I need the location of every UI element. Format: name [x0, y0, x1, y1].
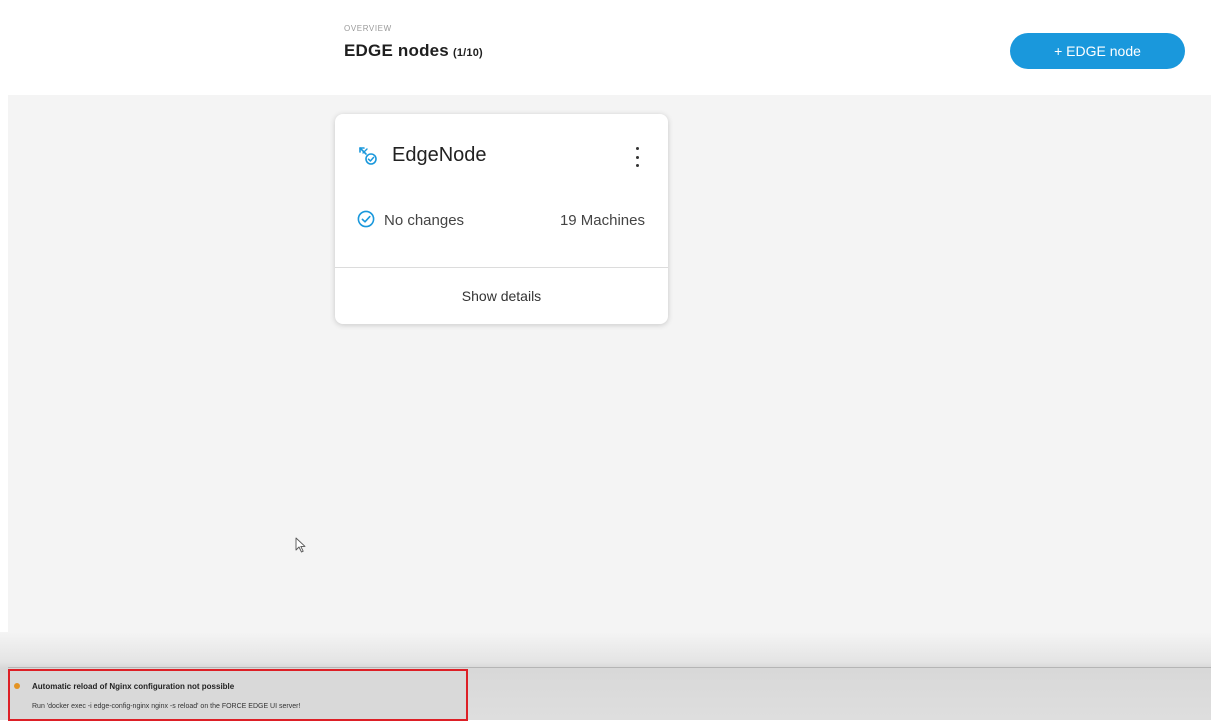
- edge-node-name: EdgeNode: [392, 144, 487, 166]
- notification-message: Run 'docker exec -i edge-config-nginx ng…: [32, 703, 301, 710]
- nginx-reload-warning: Automatic reload of Nginx configuration …: [8, 669, 468, 721]
- notification-title: Automatic reload of Nginx configuration …: [32, 682, 235, 691]
- page-header: OVERVIEW EDGE nodes (1/10) + EDGE node: [0, 0, 1211, 95]
- machine-count: 19 Machines: [559, 212, 645, 229]
- mouse-pointer-icon: [295, 537, 306, 553]
- left-gutter: [0, 95, 8, 670]
- page-title: EDGE nodes (1/10): [344, 41, 483, 61]
- notification-bar-divider: [8, 667, 1211, 668]
- show-details-button[interactable]: Show details: [335, 268, 668, 324]
- sync-status: No changes: [384, 212, 465, 229]
- warning-dot-icon: [14, 683, 20, 689]
- add-edge-node-button[interactable]: + EDGE node: [1010, 33, 1185, 69]
- edge-node-icon: [359, 147, 377, 165]
- check-circle-icon: [357, 210, 375, 228]
- edge-node-card: EdgeNode No changes 19 Machines Show det…: [335, 114, 668, 324]
- page-overline: OVERVIEW: [344, 24, 392, 33]
- node-count: (1/10): [452, 47, 483, 59]
- page-title-text: EDGE nodes: [344, 41, 449, 60]
- more-vertical-icon[interactable]: [631, 147, 643, 167]
